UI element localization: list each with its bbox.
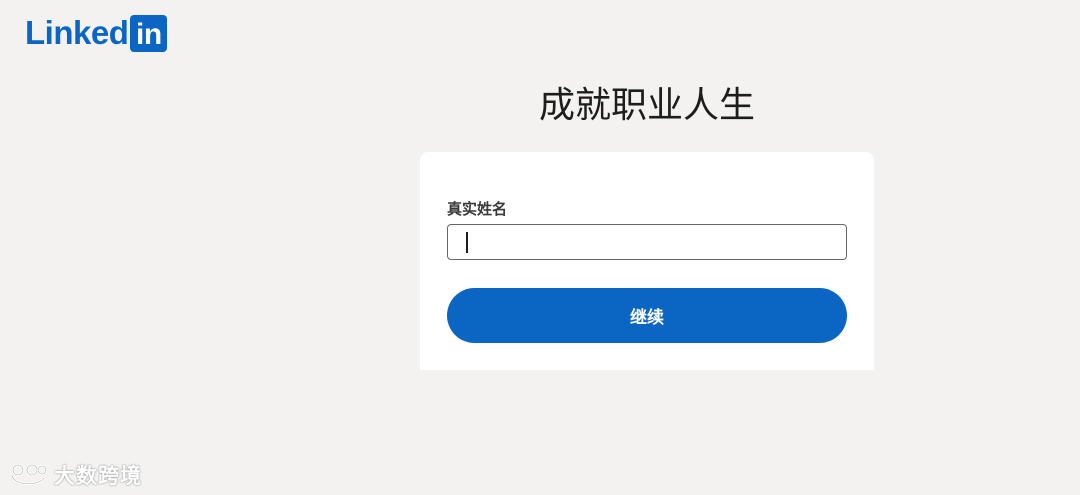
text-cursor: [466, 232, 468, 253]
real-name-label: 真实姓名: [447, 200, 508, 218]
real-name-input[interactable]: [447, 224, 847, 260]
watermark: 大数跨境: [8, 460, 142, 490]
continue-button[interactable]: 继续: [447, 288, 847, 343]
linkedin-logo[interactable]: Linked in: [25, 14, 168, 52]
bear-face-icon: [10, 463, 48, 485]
logo-in-box: in: [130, 14, 168, 52]
signup-card: 真实姓名 继续: [420, 152, 874, 370]
page-headline: 成就职业人生: [538, 85, 755, 126]
watermark-text: 大数跨境: [54, 464, 142, 488]
logo-wordmark: Linked: [25, 14, 129, 51]
